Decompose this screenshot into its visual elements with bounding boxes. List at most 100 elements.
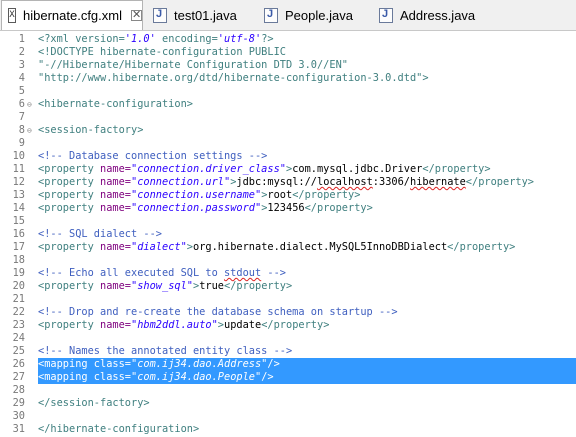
tab-label: hibernate.cfg.xml: [23, 8, 122, 23]
code-line[interactable]: 27 <mapping class="com.ij34.dao.People"/>: [0, 371, 576, 384]
xml-code-editor[interactable]: 1 <?xml version='1.0' encoding='utf-8'?> 2…: [0, 31, 576, 437]
code-token: :3306/: [372, 176, 410, 188]
code-token: "http://www.hibernate.org/dtd/hibernate-…: [38, 72, 429, 84]
line-number: 12: [12, 176, 25, 188]
code-token: "com.ij34.dao.Address": [131, 358, 268, 370]
tab-test01-java[interactable]: test01.java: [153, 0, 263, 30]
line-number: 6: [18, 98, 25, 110]
code-line[interactable]: 13 <property name="connection.username">r…: [0, 189, 576, 202]
code-text: <session-factory>: [38, 124, 143, 137]
code-line[interactable]: 30: [0, 410, 576, 423]
code-token: <!-- SQL dialect -->: [38, 228, 162, 240]
tab-address-java[interactable]: Address.java: [379, 0, 499, 30]
line-number: 30: [12, 410, 25, 422]
code-token: stdout: [223, 267, 262, 279]
code-token: "dialect": [131, 241, 187, 253]
close-icon[interactable]: ✕: [131, 10, 142, 21]
fold-toggle-icon[interactable]: ⊖: [27, 124, 35, 137]
line-number: 21: [12, 293, 25, 305]
java-file-icon: [153, 7, 167, 23]
code-token: hibernate: [410, 176, 466, 188]
code-line[interactable]: 8 ⊖ <session-factory>: [0, 124, 576, 137]
code-line[interactable]: 1 <?xml version='1.0' encoding='utf-8'?>: [0, 33, 576, 46]
code-line[interactable]: 18: [0, 254, 576, 267]
code-line[interactable]: 17 <property name="dialect">org.hibernate…: [0, 241, 576, 254]
code-line[interactable]: 29 </session-factory>: [0, 397, 576, 410]
code-line[interactable]: 21: [0, 293, 576, 306]
code-token: <?xml version=: [38, 33, 125, 45]
line-number: 10: [12, 150, 25, 162]
code-line[interactable]: 4 "http://www.hibernate.org/dtd/hibernate…: [0, 72, 576, 85]
tab-label: Address.java: [400, 7, 476, 23]
code-line[interactable]: 14 <property name="connection.password">1…: [0, 202, 576, 215]
code-token: update: [224, 319, 262, 331]
code-line[interactable]: 23 <property name="hbm2ddl.auto">update</…: [0, 319, 576, 332]
code-token: <property: [38, 189, 100, 201]
fold-toggle-icon[interactable]: ⊖: [27, 98, 35, 111]
code-token: "connection.password": [131, 202, 262, 214]
code-token: ?>: [261, 33, 274, 45]
code-text: "http://www.hibernate.org/dtd/hibernate-…: [38, 72, 429, 85]
line-number: 2: [18, 46, 25, 58]
code-line[interactable]: 15: [0, 215, 576, 228]
code-line[interactable]: 3 "-//Hibernate/Hibernate Configuration D…: [0, 59, 576, 72]
code-line[interactable]: 16 <!-- SQL dialect -->: [0, 228, 576, 241]
tab-hibernate-cfg-xml[interactable]: X hibernate.cfg.xml ✕: [1, 0, 143, 30]
code-token: </session-factory>: [38, 397, 150, 409]
code-token: <property: [38, 176, 100, 188]
code-line[interactable]: 6 ⊖ <hibernate-configuration>: [0, 98, 576, 111]
line-number: 22: [12, 306, 25, 318]
code-line[interactable]: 5: [0, 85, 576, 98]
line-number: 16: [12, 228, 25, 240]
code-line[interactable]: 19 <!-- Echo all executed SQL to stdout -…: [0, 267, 576, 280]
code-token: 'utf-8': [217, 33, 262, 45]
code-text: </hibernate-configuration>: [38, 423, 199, 436]
code-text: <!-- Names the annotated entity class --…: [38, 345, 292, 358]
code-token: "connection.driver_class": [131, 163, 286, 175]
code-line[interactable]: 24: [0, 332, 576, 345]
line-number: 11: [12, 163, 25, 175]
code-token: />: [261, 371, 274, 383]
editor-tab-bar: X hibernate.cfg.xml ✕ test01.java People…: [0, 0, 576, 31]
code-token: name=: [100, 241, 131, 253]
code-line[interactable]: 12 <property name="connection.url">jdbc:m…: [0, 176, 576, 189]
code-line[interactable]: 20 <property name="show_sql">true</proper…: [0, 280, 576, 293]
code-token: jdbc:mysql://: [236, 176, 317, 188]
code-token: <property: [38, 202, 100, 214]
code-token: name=: [100, 280, 131, 292]
code-token: <session-factory>: [38, 124, 144, 136]
code-text: </session-factory>: [38, 397, 150, 410]
code-token: "com.ij34.dao.People": [131, 371, 262, 383]
selected-code-text: <mapping class="com.ij34.dao.People"/>: [38, 371, 274, 384]
tab-people-java[interactable]: People.java: [264, 0, 374, 30]
code-token: <mapping: [38, 358, 94, 370]
code-token: localhost: [317, 176, 373, 188]
code-line[interactable]: 11 <property name="connection.driver_clas…: [0, 163, 576, 176]
code-line[interactable]: 22 <!-- Drop and re-create the database s…: [0, 306, 576, 319]
code-line[interactable]: 9: [0, 137, 576, 150]
code-line[interactable]: 31 </hibernate-configuration>: [0, 423, 576, 436]
code-line[interactable]: 7: [0, 111, 576, 124]
code-text: "-//Hibernate/Hibernate Configuration DT…: [38, 59, 348, 72]
code-text: <!-- Drop and re-create the database sch…: [38, 306, 398, 319]
xml-file-icon: X: [8, 8, 16, 23]
code-line[interactable]: 2 <!DOCTYPE hibernate-configuration PUBLI…: [0, 46, 576, 59]
code-token: root: [267, 189, 293, 201]
line-number: 23: [12, 319, 25, 331]
line-number: 9: [18, 137, 25, 149]
line-number: 28: [12, 384, 25, 396]
code-line[interactable]: 28: [0, 384, 576, 397]
java-file-icon: [264, 7, 278, 23]
code-token: </property>: [261, 319, 330, 331]
code-text: <!-- SQL dialect -->: [38, 228, 162, 241]
line-number: 13: [12, 189, 25, 201]
code-line[interactable]: 25 <!-- Names the annotated entity class …: [0, 345, 576, 358]
code-token: name=: [100, 202, 131, 214]
code-token: <!-- Database connection settings -->: [38, 150, 268, 162]
code-line[interactable]: 26 <mapping class="com.ij34.dao.Address"/…: [0, 358, 576, 371]
code-token: "hbm2ddl.auto": [131, 319, 218, 331]
code-line[interactable]: 10 <!-- Database connection settings -->: [0, 150, 576, 163]
code-token: </property>: [304, 202, 373, 214]
code-token: -->: [261, 267, 286, 279]
code-token: </property>: [447, 241, 516, 253]
